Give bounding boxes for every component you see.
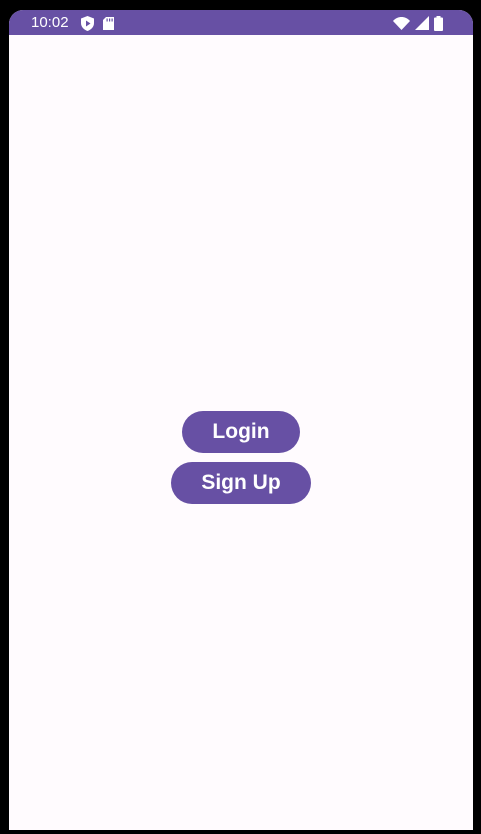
main-content: Login Sign Up bbox=[9, 35, 473, 830]
sd-card-icon bbox=[103, 16, 114, 30]
cell-signal-icon bbox=[415, 16, 429, 30]
battery-icon bbox=[434, 15, 443, 31]
status-bar: 10:02 bbox=[9, 10, 473, 35]
status-time: 10:02 bbox=[31, 14, 69, 31]
login-button[interactable]: Login bbox=[182, 411, 300, 453]
phone-screen: 10:02 Login Sign Up bbox=[9, 10, 473, 830]
wifi-icon bbox=[393, 16, 410, 30]
status-left-icons bbox=[81, 15, 114, 31]
sign-up-button[interactable]: Sign Up bbox=[171, 462, 311, 504]
status-right-icons bbox=[393, 15, 443, 31]
shield-play-icon bbox=[81, 15, 94, 31]
